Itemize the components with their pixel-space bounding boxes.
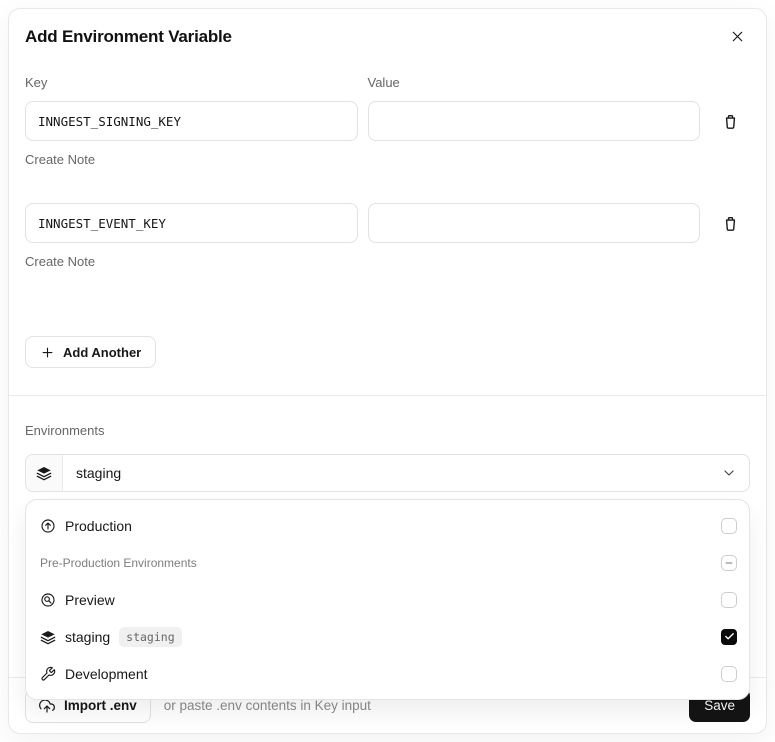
layers-icon	[40, 629, 56, 645]
check-icon	[724, 633, 734, 640]
value-input[interactable]	[367, 203, 700, 243]
magnifier-circle-icon	[40, 592, 56, 608]
field-labels-row: Key Value	[25, 75, 750, 101]
option-label: Production	[65, 517, 132, 534]
environments-select[interactable]: staging	[25, 454, 750, 492]
checkbox-production[interactable]	[721, 517, 737, 534]
staging-badge: staging	[119, 626, 182, 647]
minus-icon	[725, 562, 733, 563]
env-var-form: Key Value Create Note	[9, 47, 766, 368]
delete-row-button[interactable]	[710, 109, 750, 134]
arrow-up-circle-icon	[40, 518, 56, 534]
key-label: Key	[25, 75, 48, 90]
selected-environment: staging	[76, 465, 122, 481]
environments-dropdown: Production Pre-Production Environments P…	[25, 499, 750, 700]
option-production[interactable]: Production	[26, 507, 749, 544]
key-input[interactable]	[25, 203, 358, 243]
layers-icon	[26, 455, 63, 491]
modal-header: Add Environment Variable	[9, 9, 766, 47]
create-note-link[interactable]: Create Note	[25, 152, 95, 167]
checkbox-preview[interactable]	[721, 591, 737, 608]
trash-icon	[722, 215, 739, 232]
value-input[interactable]	[367, 101, 700, 141]
trash-icon	[722, 113, 739, 130]
add-another-label: Add Another	[63, 344, 142, 360]
import-env-label: Import .env	[64, 698, 137, 713]
option-staging[interactable]: staging staging	[26, 618, 749, 655]
x-icon	[729, 28, 746, 45]
env-var-row: Create Note	[25, 203, 750, 271]
modal-title: Add Environment Variable	[25, 26, 232, 46]
env-var-row: Create Note	[25, 101, 750, 169]
footer-hint: or paste .env contents in Key input	[163, 698, 371, 713]
chevron-down-icon	[721, 465, 749, 481]
checkbox-staging-checked[interactable]	[721, 628, 737, 645]
delete-row-button[interactable]	[710, 211, 750, 236]
wrench-icon	[40, 666, 56, 682]
checkbox-pre-production-indeterminate[interactable]	[721, 554, 737, 571]
option-preview[interactable]: Preview	[26, 581, 749, 618]
option-development[interactable]: Development	[26, 655, 749, 692]
checkbox-development[interactable]	[721, 665, 737, 682]
option-label: Development	[65, 665, 148, 682]
key-input[interactable]	[25, 101, 358, 141]
environments-section: Environments staging Production Pre-Prod…	[9, 396, 766, 700]
close-button[interactable]	[727, 26, 748, 47]
add-env-var-modal: Add Environment Variable Key Value INNGE…	[8, 8, 767, 734]
option-label: Preview	[65, 591, 115, 608]
group-pre-production[interactable]: Pre-Production Environments	[26, 544, 749, 581]
plus-icon	[40, 345, 55, 360]
create-note-link[interactable]: Create Note	[25, 254, 95, 269]
value-label: Value	[367, 75, 400, 90]
group-label: Pre-Production Environments	[40, 555, 197, 570]
option-label: staging	[65, 628, 111, 645]
environments-label: Environments	[25, 423, 105, 438]
add-another-button[interactable]: Add Another	[25, 336, 157, 368]
